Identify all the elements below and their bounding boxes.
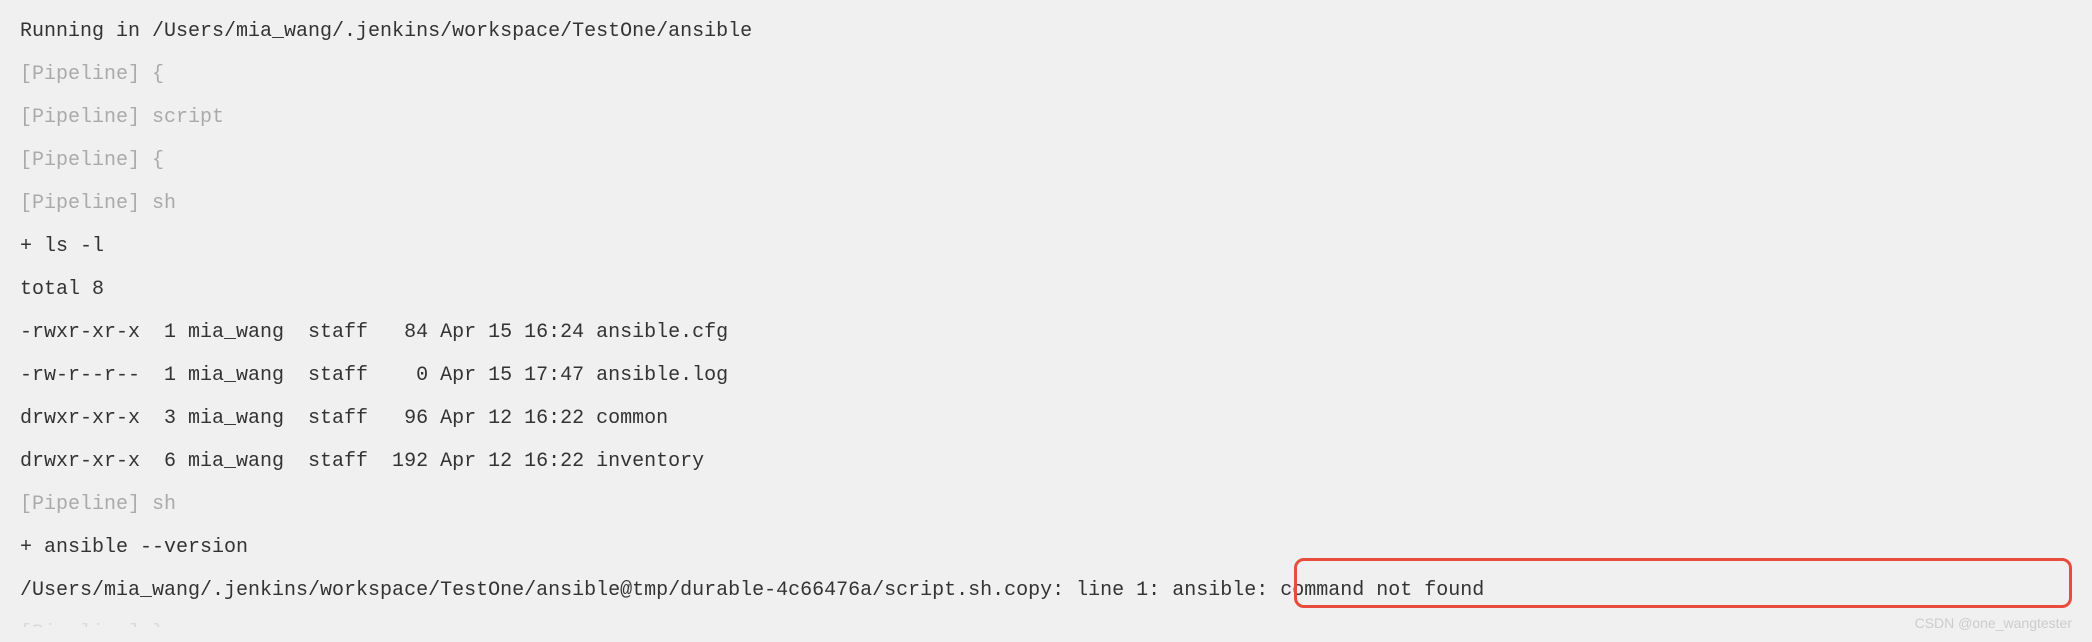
pipeline-text: sh xyxy=(140,192,176,215)
pipeline-text: { xyxy=(140,149,164,172)
pipeline-tag: [Pipeline] xyxy=(20,106,140,129)
pipeline-text: script xyxy=(140,106,224,129)
console-line: Running in /Users/mia_wang/.jenkins/work… xyxy=(20,10,2072,53)
watermark: CSDN @one_wangtester xyxy=(1915,608,2072,638)
pipeline-text: { xyxy=(140,63,164,86)
pipeline-tag: [Pipeline] xyxy=(20,192,140,215)
console-line: [Pipeline] { xyxy=(20,53,2072,96)
console-text: + ansible --version xyxy=(20,536,248,559)
pipeline-tag: [Pipeline] xyxy=(20,63,140,86)
console-text: Running in /Users/mia_wang/.jenkins/work… xyxy=(20,20,752,43)
console-line: + ansible --version xyxy=(20,526,2072,569)
console-line: [Pipeline] } xyxy=(20,612,2072,627)
console-line: + ls -l xyxy=(20,225,2072,268)
console-line: [Pipeline] script xyxy=(20,96,2072,139)
pipeline-tag: [Pipeline] xyxy=(20,622,140,627)
console-line: -rwxr-xr-x 1 mia_wang staff 84 Apr 15 16… xyxy=(20,311,2072,354)
pipeline-tag: [Pipeline] xyxy=(20,149,140,172)
console-text: -rwxr-xr-x 1 mia_wang staff 84 Apr 15 16… xyxy=(20,321,728,344)
console-line: [Pipeline] sh xyxy=(20,483,2072,526)
console-text: drwxr-xr-x 6 mia_wang staff 192 Apr 12 1… xyxy=(20,450,704,473)
console-line: -rw-r--r-- 1 mia_wang staff 0 Apr 15 17:… xyxy=(20,354,2072,397)
console-line: drwxr-xr-x 6 mia_wang staff 192 Apr 12 1… xyxy=(20,440,2072,483)
console-line: drwxr-xr-x 3 mia_wang staff 96 Apr 12 16… xyxy=(20,397,2072,440)
console-output: Running in /Users/mia_wang/.jenkins/work… xyxy=(20,10,2072,627)
console-text: -rw-r--r-- 1 mia_wang staff 0 Apr 15 17:… xyxy=(20,364,728,387)
pipeline-text: sh xyxy=(140,493,176,516)
pipeline-tag: [Pipeline] xyxy=(20,493,140,516)
pipeline-text: } xyxy=(140,622,164,627)
console-text: total 8 xyxy=(20,278,104,301)
console-line: /Users/mia_wang/.jenkins/workspace/TestO… xyxy=(20,569,2072,612)
console-text: + ls -l xyxy=(20,235,104,258)
console-text: drwxr-xr-x 3 mia_wang staff 96 Apr 12 16… xyxy=(20,407,668,430)
console-line: total 8 xyxy=(20,268,2072,311)
console-line: [Pipeline] { xyxy=(20,139,2072,182)
console-text: /Users/mia_wang/.jenkins/workspace/TestO… xyxy=(20,579,1484,602)
console-line: [Pipeline] sh xyxy=(20,182,2072,225)
